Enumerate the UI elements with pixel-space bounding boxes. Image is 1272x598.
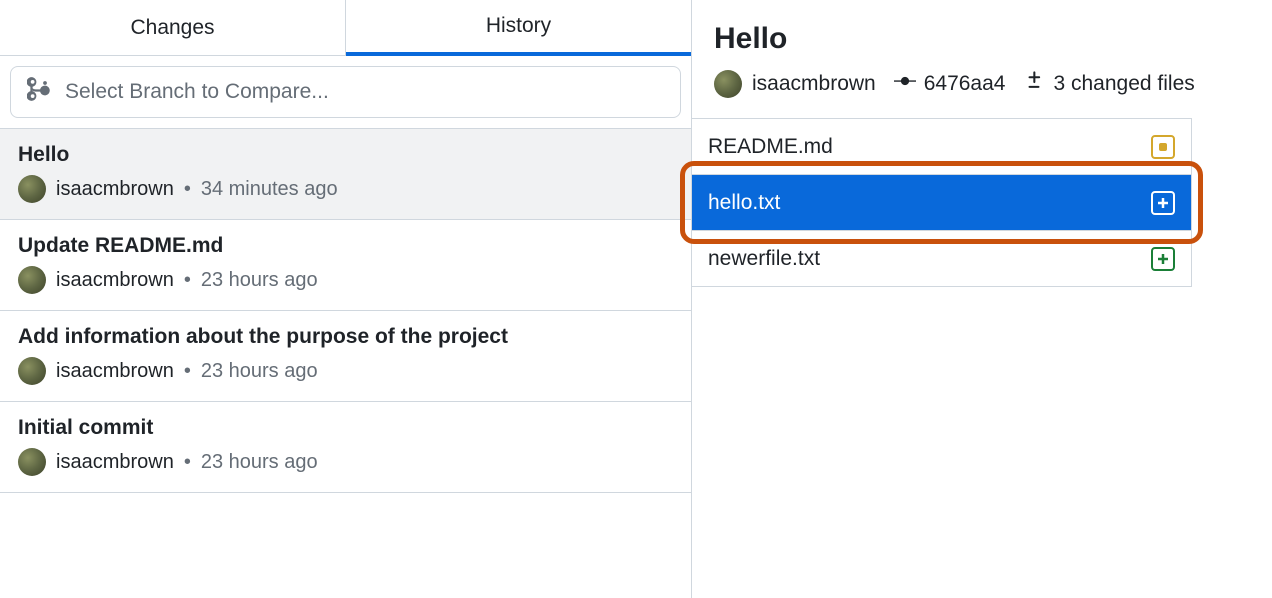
separator: • [184, 451, 191, 474]
commit-time: 23 hours ago [201, 360, 318, 383]
history-panel: Changes History Select Branch to Compare… [0, 0, 692, 598]
avatar [18, 175, 46, 203]
branch-selector-placeholder: Select Branch to Compare... [65, 80, 329, 104]
commit-title: Update README.md [18, 234, 673, 258]
commit-author: isaacmbrown [56, 360, 174, 383]
file-row[interactable]: README.md [692, 119, 1191, 175]
diff-icon [1023, 70, 1045, 98]
detail-meta: isaacmbrown 6476aa4 3 changed files [714, 70, 1250, 98]
detail-author: isaacmbrown [714, 70, 876, 98]
avatar [714, 70, 742, 98]
commit-item[interactable]: Hello isaacmbrown • 34 minutes ago [0, 129, 691, 220]
file-name: newerfile.txt [708, 247, 820, 271]
commit-time: 34 minutes ago [201, 178, 338, 201]
sha-text: 6476aa4 [924, 72, 1006, 96]
separator: • [184, 360, 191, 383]
commit-author: isaacmbrown [56, 178, 174, 201]
avatar [18, 357, 46, 385]
commit-time: 23 hours ago [201, 269, 318, 292]
file-name: hello.txt [708, 191, 780, 215]
separator: • [184, 178, 191, 201]
commit-meta: isaacmbrown • 23 hours ago [18, 448, 673, 476]
commit-time: 23 hours ago [201, 451, 318, 474]
avatar [18, 266, 46, 294]
tab-bar: Changes History [0, 0, 691, 56]
diff-added-icon [1151, 191, 1175, 215]
file-row[interactable]: newerfile.txt [692, 231, 1191, 287]
git-branch-icon [27, 77, 51, 107]
commit-list: Hello isaacmbrown • 34 minutes ago Updat… [0, 128, 691, 493]
commit-title: Initial commit [18, 416, 673, 440]
commit-item[interactable]: Add information about the purpose of the… [0, 311, 691, 402]
commit-item[interactable]: Update README.md isaacmbrown • 23 hours … [0, 220, 691, 311]
git-commit-icon [894, 70, 916, 98]
changed-files-text: 3 changed files [1053, 72, 1194, 96]
separator: • [184, 269, 191, 292]
detail-changed-files[interactable]: 3 changed files [1023, 70, 1194, 98]
detail-title: Hello [714, 22, 1250, 56]
diff-modified-icon [1151, 135, 1175, 159]
commit-meta: isaacmbrown • 34 minutes ago [18, 175, 673, 203]
commit-author: isaacmbrown [56, 451, 174, 474]
commit-author: isaacmbrown [56, 269, 174, 292]
detail-header: Hello isaacmbrown 6476aa4 3 changed file… [692, 22, 1272, 98]
tab-history[interactable]: History [346, 0, 691, 56]
file-name: README.md [708, 135, 833, 159]
changed-files-list: README.md hello.txt newerfile.txt [692, 118, 1192, 287]
diff-added-icon [1151, 247, 1175, 271]
tab-changes[interactable]: Changes [0, 0, 346, 56]
detail-author-name: isaacmbrown [752, 72, 876, 96]
commit-title: Hello [18, 143, 673, 167]
avatar [18, 448, 46, 476]
detail-sha[interactable]: 6476aa4 [894, 70, 1006, 98]
commit-detail-panel: Hello isaacmbrown 6476aa4 3 changed file… [692, 0, 1272, 598]
commit-meta: isaacmbrown • 23 hours ago [18, 266, 673, 294]
commit-title: Add information about the purpose of the… [18, 325, 673, 349]
branch-compare-selector[interactable]: Select Branch to Compare... [10, 66, 681, 118]
commit-meta: isaacmbrown • 23 hours ago [18, 357, 673, 385]
commit-item[interactable]: Initial commit isaacmbrown • 23 hours ag… [0, 402, 691, 493]
file-row[interactable]: hello.txt [692, 175, 1191, 231]
